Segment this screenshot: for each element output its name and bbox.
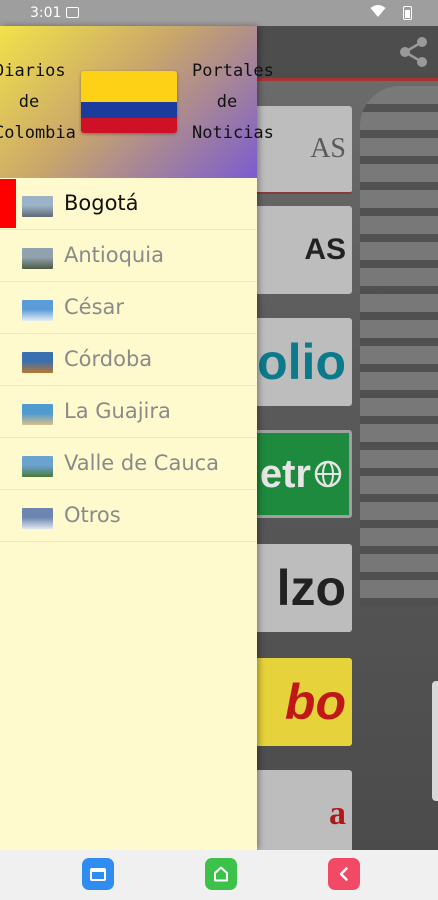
menu-item-la-guajira[interactable]: La Guajira [0,386,257,438]
menu-item-label: César [64,295,125,319]
menu-item-label: La Guajira [64,399,171,423]
colombia-flag-icon [81,71,177,133]
gallery-notification-icon [66,7,79,18]
newspaper-tile[interactable]: lzo [248,544,352,632]
city-thumbnail-icon [22,456,53,477]
city-thumbnail-icon [22,248,53,269]
back-icon [339,867,348,881]
city-thumbnail-icon [22,352,53,373]
menu-item-label: Valle de Cauca [64,451,220,475]
menu-item-bogota[interactable]: Bogotá [0,178,257,230]
newspaper-tile[interactable]: AS [248,206,352,294]
home-icon [214,866,228,882]
status-bar: 3:01 [0,0,438,26]
status-time: 3:01 [30,5,62,21]
city-thumbnail-icon [22,300,53,321]
newspaper-tile[interactable]: etr [248,430,352,518]
battery-icon [403,6,412,20]
city-thumbnail-icon [22,508,53,529]
drawer-header: Diarios de Colombia Portales de Noticias [0,26,274,178]
newspaper-tile[interactable]: a [248,770,352,858]
drawer-header-right-title: Portales de Noticias [192,61,274,143]
menu-item-cesar[interactable]: César [0,282,257,334]
recent-apps-icon [90,867,106,881]
share-icon[interactable] [396,34,432,70]
menu-item-valle-de-cauca[interactable]: Valle de Cauca [0,438,257,490]
drawer-header-left-title: Diarios de Colombia [0,61,76,143]
recent-apps-button[interactable] [82,858,114,890]
newspaper-tile[interactable]: olio [248,318,352,406]
globe-icon [314,460,342,488]
newspaper-tile[interactable]: AS [248,106,352,194]
menu-item-antioquia[interactable]: Antioquia [0,230,257,282]
city-thumbnail-icon [22,196,53,217]
menu-item-otros[interactable]: Otros [0,490,257,542]
side-pull-tab[interactable] [432,681,438,801]
menu-item-label: Bogotá [64,191,139,215]
navigation-drawer: Diarios de Colombia Portales de Noticias… [0,26,274,850]
system-nav-bar [0,850,438,900]
menu-item-label: Antioquia [64,243,164,267]
menu-item-label: Otros [64,503,121,527]
menu-item-cordoba[interactable]: Córdoba [0,334,257,386]
back-button[interactable] [328,858,360,890]
background-building-image [360,86,438,606]
menu-item-label: Córdoba [64,347,153,371]
city-thumbnail-icon [22,404,53,425]
wifi-icon [370,4,386,22]
region-menu: Bogotá Antioquia César Córdoba La Guajir… [0,178,257,542]
home-button[interactable] [205,858,237,890]
newspaper-tile-label: etr [259,451,311,496]
newspaper-tile[interactable]: bo [248,658,352,746]
